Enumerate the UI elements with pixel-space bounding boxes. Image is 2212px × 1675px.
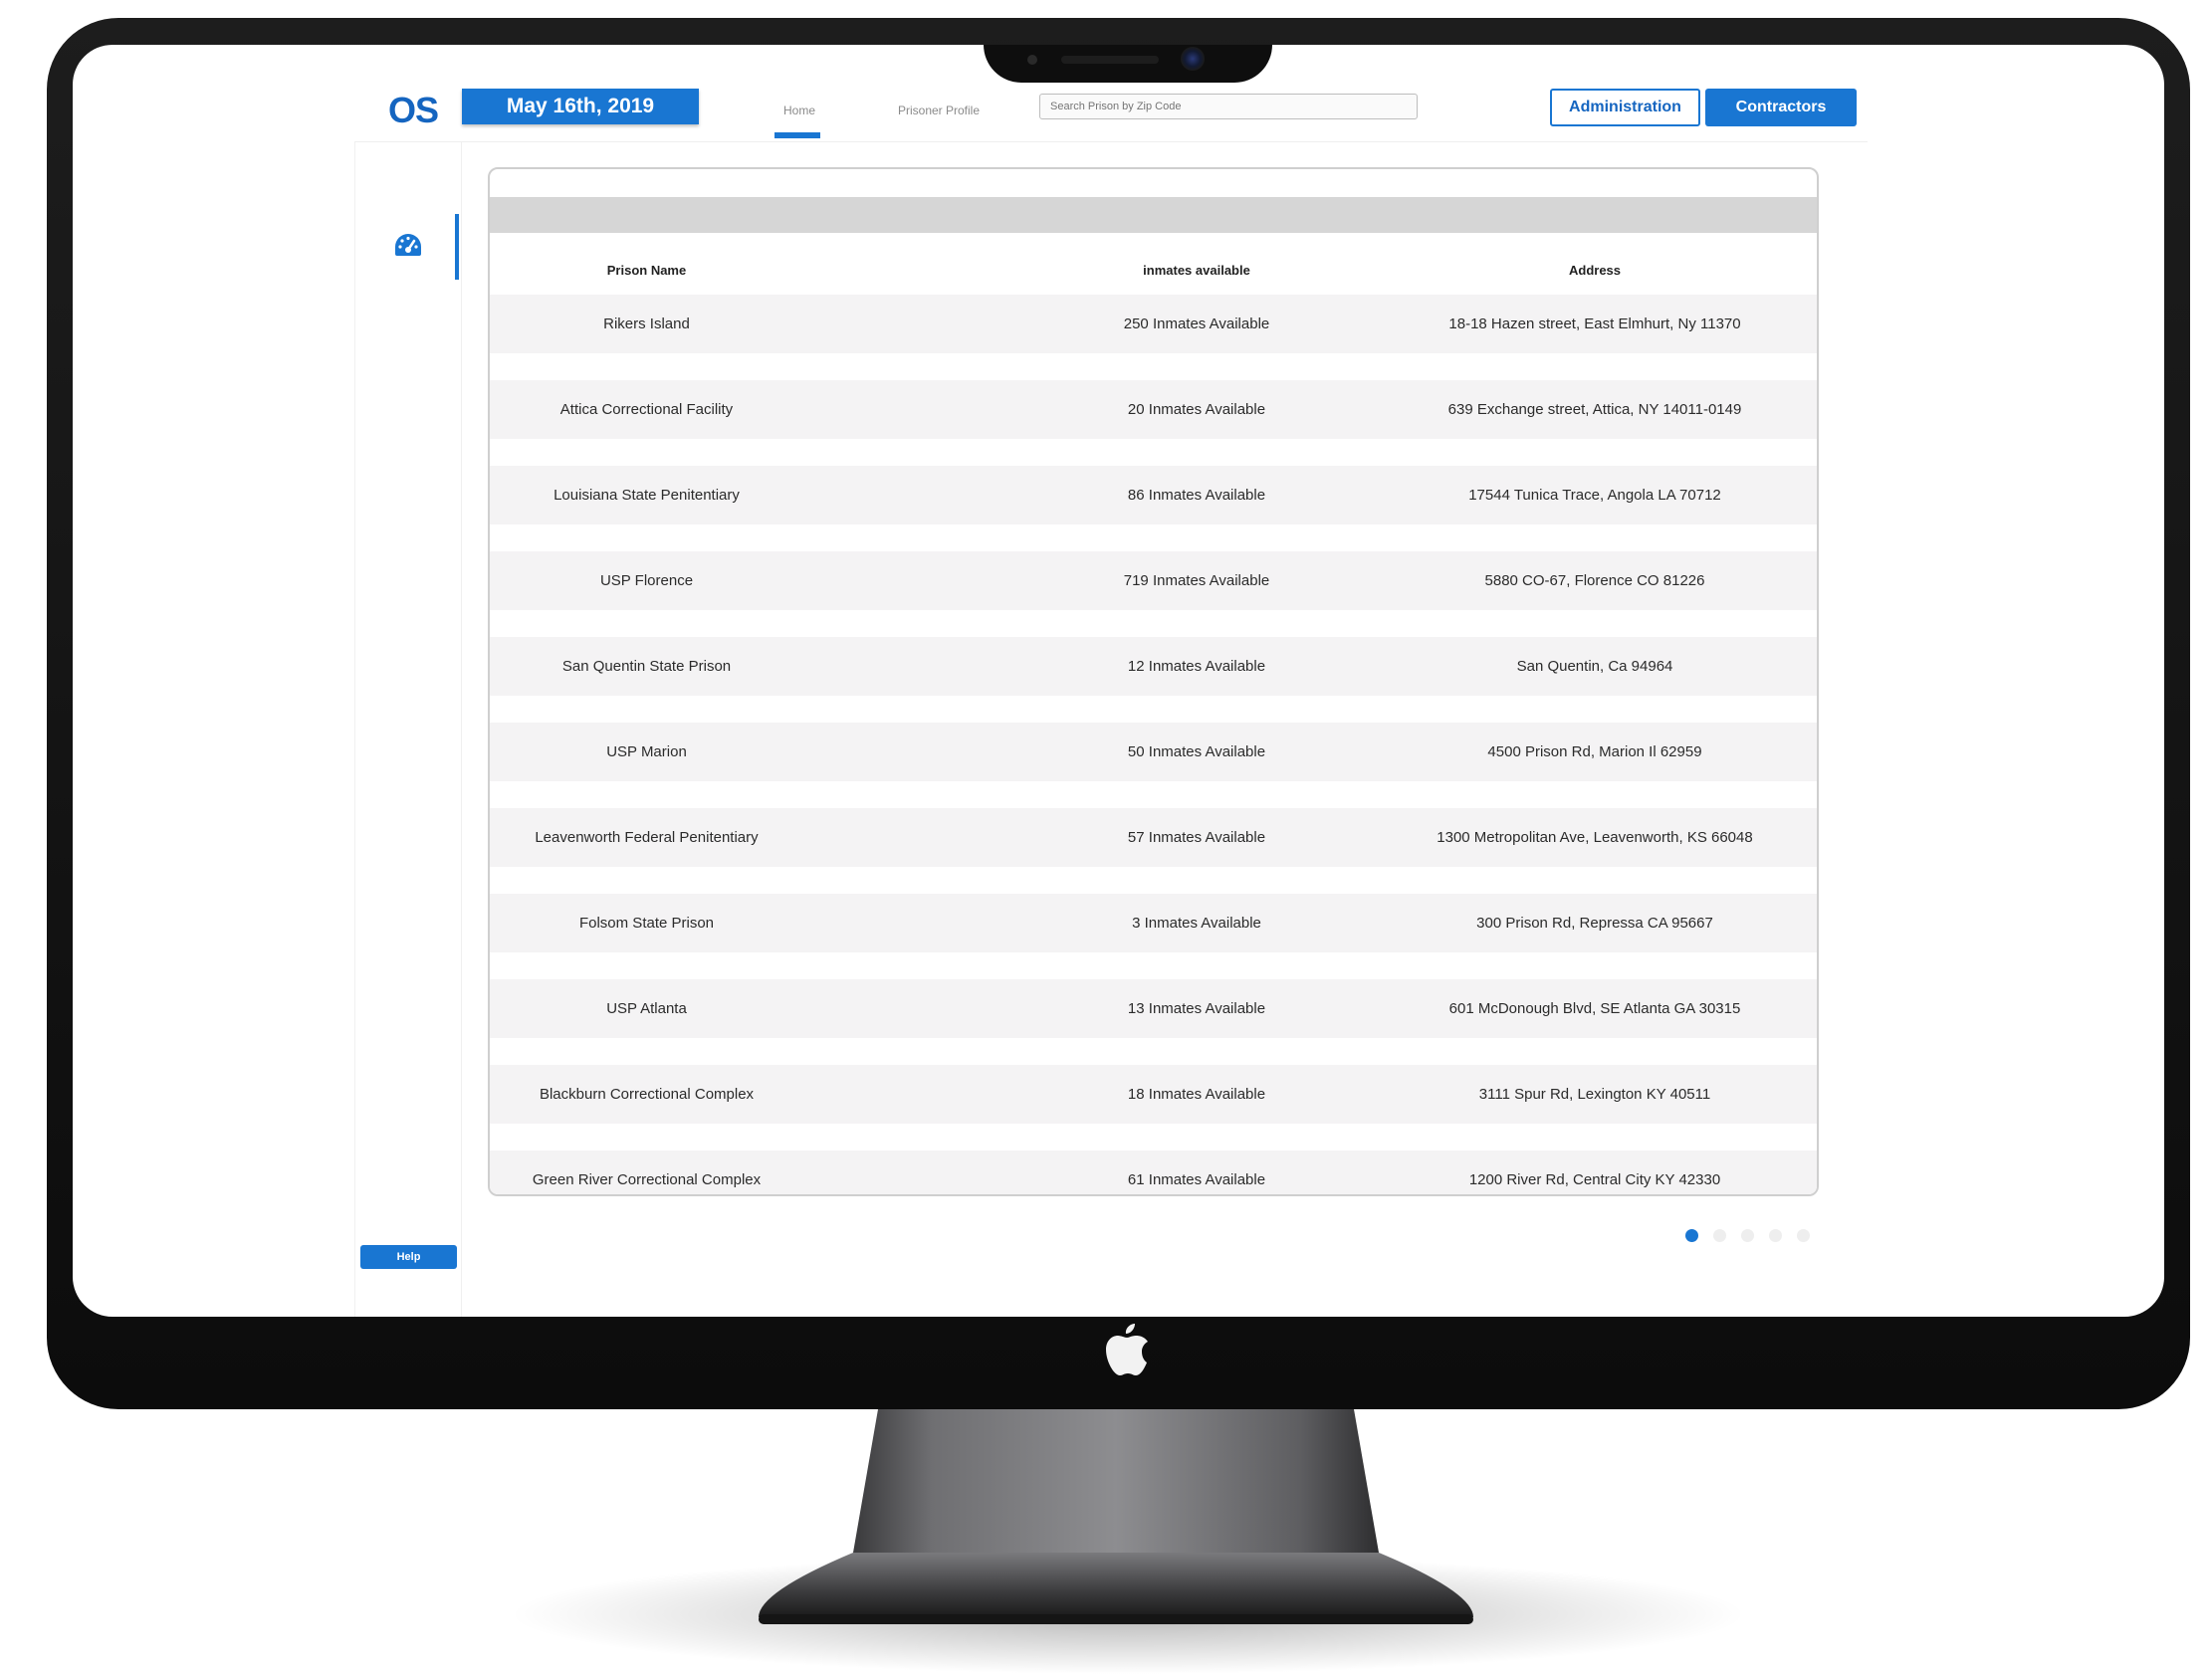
tab-home[interactable]: Home — [774, 104, 824, 117]
monitor-screen: OS May 16th, 2019 Home Prisoner Profile … — [73, 45, 2164, 1317]
inmates-cell: 12 Inmates Available — [1127, 658, 1266, 675]
prison-name-cell: Green River Correctional Complex — [532, 1171, 762, 1188]
speaker-grille — [1061, 56, 1159, 64]
prison-name-cell: Louisiana State Penitentiary — [553, 487, 740, 504]
table-row[interactable]: Louisiana State Penitentiary 86 Inmates … — [490, 466, 1817, 524]
monitor-mockup: OS May 16th, 2019 Home Prisoner Profile … — [0, 0, 2212, 1675]
table-row[interactable]: Leavenworth Federal Penitentiary 57 Inma… — [490, 808, 1817, 867]
table-row[interactable]: Rikers Island 250 Inmates Available 18-1… — [490, 295, 1817, 353]
help-button[interactable]: Help — [360, 1245, 457, 1269]
inmates-cell: 50 Inmates Available — [1127, 743, 1266, 760]
address-cell: 17544 Tunica Trace, Angola LA 70712 — [1468, 487, 1721, 504]
pagination-dot-2[interactable] — [1713, 1229, 1726, 1242]
prison-name-cell: USP Marion — [606, 743, 687, 760]
prison-name-cell: Folsom State Prison — [578, 915, 715, 932]
table-row[interactable]: San Quentin State Prison 12 Inmates Avai… — [490, 637, 1817, 696]
prison-name-cell: USP Atlanta — [606, 1000, 687, 1017]
inmates-cell: 250 Inmates Available — [1123, 315, 1270, 332]
address-cell: 4500 Prison Rd, Marion Il 62959 — [1487, 743, 1702, 760]
table-row[interactable]: Green River Correctional Complex 61 Inma… — [490, 1151, 1817, 1194]
prison-name-cell: Attica Correctional Facility — [559, 401, 734, 418]
address-cell: San Quentin, Ca 94964 — [1516, 658, 1673, 675]
inmates-cell: 719 Inmates Available — [1123, 572, 1270, 589]
inmates-cell: 20 Inmates Available — [1127, 401, 1266, 418]
table-row[interactable]: Blackburn Correctional Complex 18 Inmate… — [490, 1065, 1817, 1124]
sensor-icon — [1027, 55, 1037, 65]
table-row[interactable]: USP Florence 719 Inmates Available 5880 … — [490, 551, 1817, 610]
address-cell: 1300 Metropolitan Ave, Leavenworth, KS 6… — [1437, 829, 1753, 846]
prison-table: Prison Name inmates available Address Ri… — [488, 167, 1819, 1196]
address-cell: 5880 CO-67, Florence CO 81226 — [1484, 572, 1705, 589]
contractors-button[interactable]: Contractors — [1705, 89, 1857, 126]
sidebar-active-indicator — [455, 214, 459, 280]
tab-home-active-indicator — [774, 132, 820, 138]
address-cell: 1200 River Rd, Central City KY 42330 — [1468, 1171, 1721, 1188]
prison-name-cell: USP Florence — [599, 572, 694, 589]
inmates-cell: 61 Inmates Available — [1127, 1171, 1266, 1188]
dashboard-gauge-icon[interactable] — [393, 232, 423, 258]
column-header-inmates: inmates available — [1143, 263, 1250, 278]
prison-name-cell: Leavenworth Federal Penitentiary — [535, 829, 759, 846]
app-logo[interactable]: OS — [388, 90, 439, 131]
address-cell: 601 McDonough Blvd, SE Atlanta GA 30315 — [1448, 1000, 1741, 1017]
table-row[interactable]: Folsom State Prison 3 Inmates Available … — [490, 894, 1817, 952]
apple-logo-icon — [1106, 1324, 1148, 1375]
administration-button[interactable]: Administration — [1550, 89, 1700, 126]
address-cell: 18-18 Hazen street, East Elmhurt, Ny 113… — [1448, 315, 1741, 332]
inmates-cell: 57 Inmates Available — [1127, 829, 1266, 846]
app-window: OS May 16th, 2019 Home Prisoner Profile … — [73, 45, 2164, 1317]
address-cell: 3111 Spur Rd, Lexington KY 40511 — [1478, 1086, 1711, 1103]
header-divider — [354, 141, 1868, 142]
inmates-cell: 18 Inmates Available — [1127, 1086, 1266, 1103]
prison-name-cell: Blackburn Correctional Complex — [539, 1086, 755, 1103]
search-input[interactable] — [1039, 94, 1418, 119]
inmates-cell: 86 Inmates Available — [1127, 487, 1266, 504]
sidebar — [354, 142, 462, 1317]
inmates-cell: 3 Inmates Available — [1132, 915, 1261, 932]
table-row[interactable]: Attica Correctional Facility 20 Inmates … — [490, 380, 1817, 439]
column-header-prison-name: Prison Name — [606, 263, 687, 278]
table-toolbar-band — [490, 197, 1817, 233]
pagination-dot-1[interactable] — [1685, 1229, 1698, 1242]
inmates-cell: 13 Inmates Available — [1127, 1000, 1266, 1017]
prison-name-cell: Rikers Island — [603, 315, 690, 332]
camera-notch — [984, 45, 1272, 83]
pagination-dot-3[interactable] — [1741, 1229, 1754, 1242]
column-header-address: Address — [1568, 263, 1622, 278]
table-row[interactable]: USP Marion 50 Inmates Available 4500 Pri… — [490, 723, 1817, 781]
tab-prisoner-profile[interactable]: Prisoner Profile — [879, 104, 998, 117]
pagination-dot-5[interactable] — [1797, 1229, 1810, 1242]
pagination-dot-4[interactable] — [1769, 1229, 1782, 1242]
date-badge: May 16th, 2019 — [462, 89, 699, 124]
table-row[interactable]: USP Atlanta 13 Inmates Available 601 McD… — [490, 979, 1817, 1038]
prison-name-cell: San Quentin State Prison — [561, 658, 732, 675]
address-cell: 639 Exchange street, Attica, NY 14011-01… — [1447, 401, 1742, 418]
address-cell: 300 Prison Rd, Repressa CA 95667 — [1476, 915, 1713, 932]
camera-icon — [1181, 47, 1205, 71]
